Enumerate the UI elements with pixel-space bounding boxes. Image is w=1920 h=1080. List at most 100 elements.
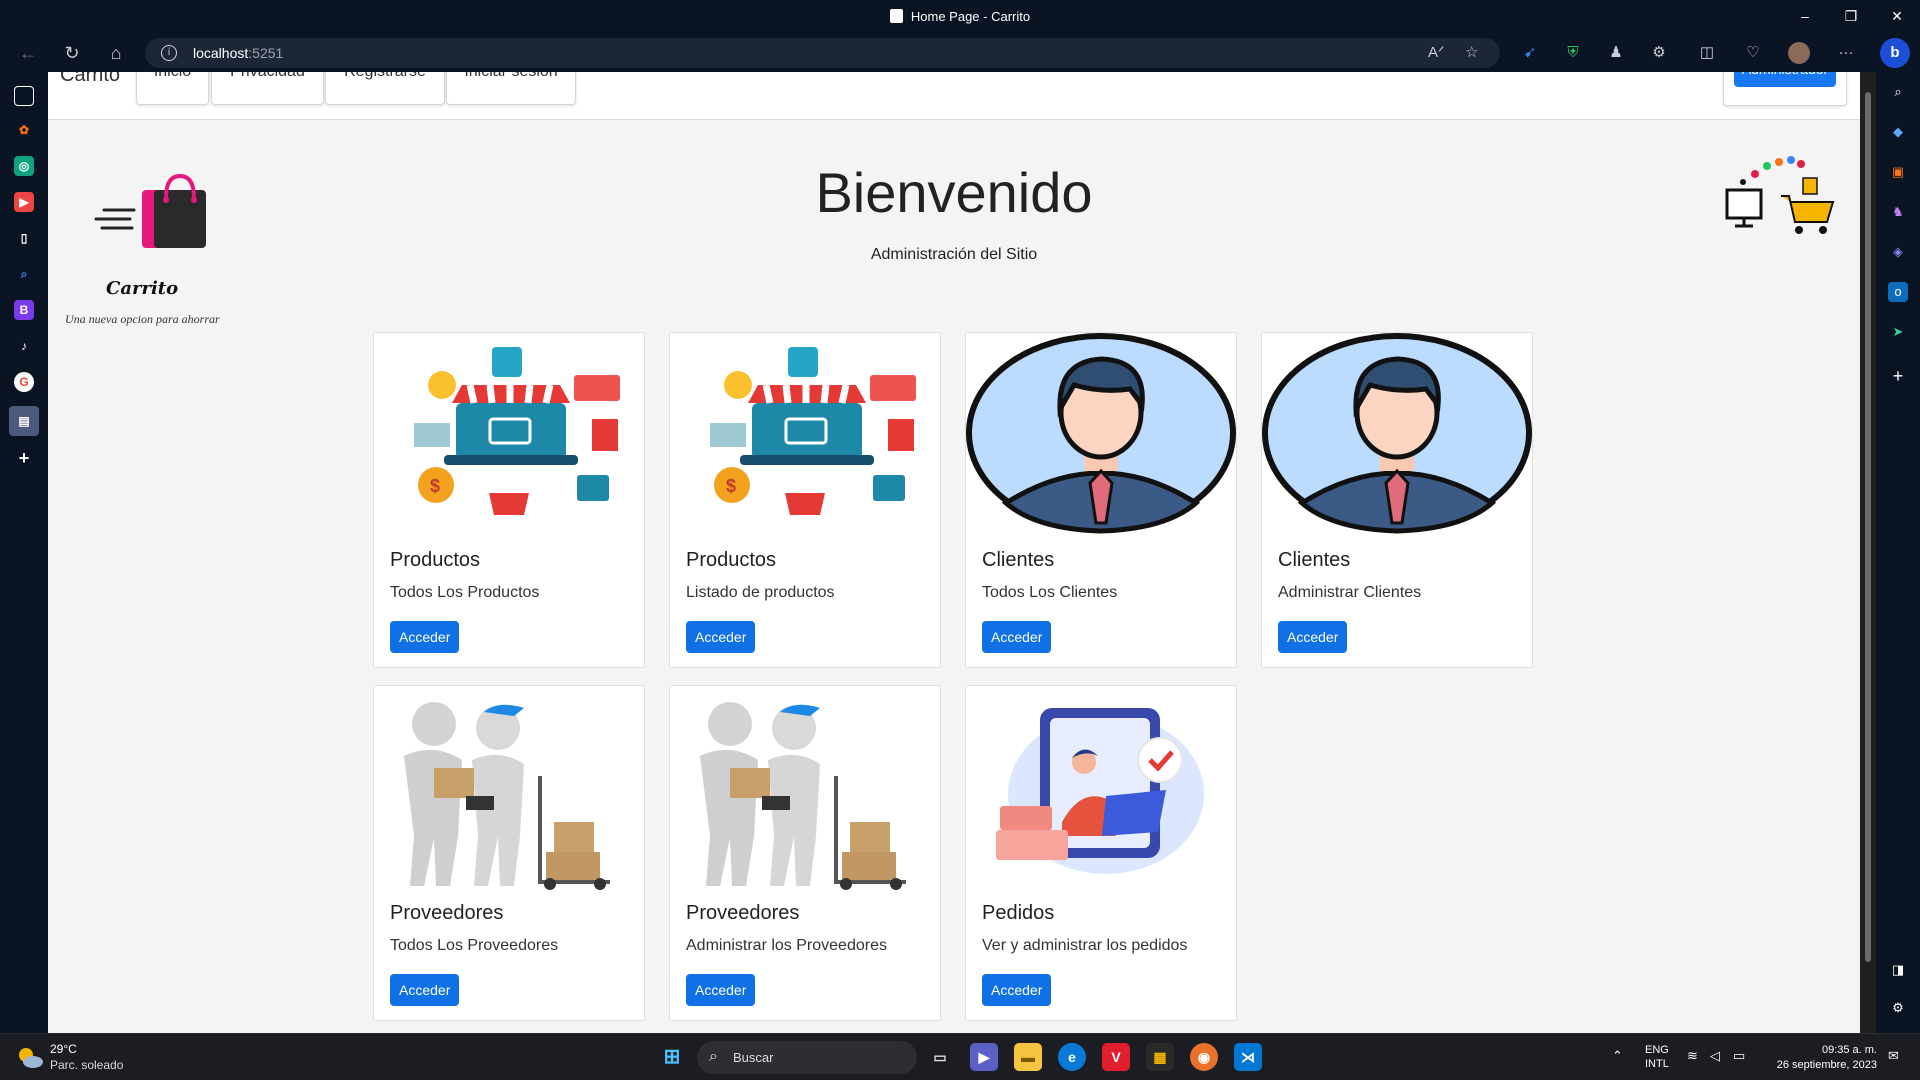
task-view-icon[interactable]: ▭ bbox=[926, 1043, 954, 1071]
weather-temperature[interactable]: 29°C bbox=[50, 1042, 77, 1056]
nav-inicio[interactable]: Inicio bbox=[136, 72, 209, 105]
search-tab-icon[interactable]: ⌕ bbox=[14, 264, 34, 284]
keyboard-layout: INTL bbox=[1645, 1058, 1669, 1070]
minimize-button[interactable]: – bbox=[1782, 0, 1828, 34]
sidebar-hide-icon[interactable]: ◨ bbox=[1888, 960, 1908, 980]
card-clientes-1: Clientes Todos Los Clientes Acceder bbox=[965, 332, 1237, 668]
admin-button[interactable]: Administrador bbox=[1734, 72, 1836, 87]
taskbar-search[interactable]: ⌕ Buscar bbox=[697, 1041, 917, 1074]
card-title: Proveedores bbox=[390, 902, 504, 924]
more-menu-icon[interactable]: ··· bbox=[1835, 42, 1857, 64]
extension-arrow-icon[interactable]: ➹ bbox=[1519, 42, 1541, 64]
site-brand[interactable]: Carrito bbox=[60, 72, 120, 87]
acceder-button[interactable]: Acceder bbox=[686, 974, 756, 1006]
battery-icon[interactable]: ▭ bbox=[1733, 1048, 1745, 1064]
home-icon[interactable]: ⌂ bbox=[100, 40, 132, 66]
volume-icon[interactable]: ◁ bbox=[1710, 1048, 1720, 1064]
site-info-icon[interactable]: i bbox=[161, 45, 177, 61]
search-icon: ⌕ bbox=[709, 1048, 718, 1065]
teams-icon[interactable]: ▶ bbox=[970, 1043, 998, 1071]
page-icon bbox=[889, 9, 903, 23]
vivaldi-icon[interactable]: V bbox=[1102, 1043, 1130, 1071]
sidebar-tag-icon[interactable]: ◆ bbox=[1888, 122, 1908, 142]
restore-button[interactable]: ❐ bbox=[1828, 0, 1874, 34]
page-scrollbar[interactable] bbox=[1860, 72, 1876, 1033]
profile-avatar[interactable] bbox=[1788, 42, 1810, 64]
split-screen-icon[interactable]: ◫ bbox=[1696, 42, 1718, 64]
wifi-icon[interactable]: ≋ bbox=[1687, 1048, 1698, 1064]
tab-favicon-2[interactable]: ◎ bbox=[14, 156, 34, 176]
store-icon[interactable]: ▦ bbox=[1146, 1043, 1174, 1071]
file-explorer-icon[interactable]: ▬ bbox=[1014, 1043, 1042, 1071]
weather-icon[interactable] bbox=[16, 1044, 44, 1072]
site-navbar: Carrito Inicio Privacidad Registrarse In… bbox=[48, 72, 1860, 120]
acceder-button[interactable]: Acceder bbox=[982, 974, 1052, 1006]
nav-registrarse[interactable]: Registrarse bbox=[325, 72, 445, 105]
sidebar-outlook-icon[interactable]: o bbox=[1888, 282, 1908, 302]
tray-chevron-icon[interactable]: ⌃ bbox=[1612, 1048, 1623, 1064]
card-text: Todos Los Productos bbox=[390, 584, 540, 601]
windows-start-icon[interactable]: ⊞ bbox=[658, 1043, 686, 1071]
acceder-button[interactable]: Acceder bbox=[1278, 621, 1348, 653]
back-icon[interactable]: ← bbox=[12, 40, 44, 66]
language-indicator[interactable]: ENG INTL bbox=[1645, 1043, 1669, 1071]
logo-wordmark: Carrito bbox=[106, 278, 179, 299]
edge-icon[interactable]: e bbox=[1058, 1043, 1086, 1071]
taskbar-clock[interactable]: 09:35 a. m. 26 septiembre, 2023 bbox=[1765, 1043, 1877, 1073]
document-tab-icon[interactable]: ▯ bbox=[14, 228, 34, 248]
vscode-icon[interactable]: ⋊ bbox=[1234, 1043, 1262, 1071]
sidebar-games-icon[interactable]: ♞ bbox=[1888, 202, 1908, 222]
extensions-puzzle-icon[interactable]: ⚙ bbox=[1648, 42, 1670, 64]
refresh-icon[interactable]: ↻ bbox=[56, 40, 88, 66]
svg-text:$: $ bbox=[430, 476, 440, 496]
card-title: Productos bbox=[390, 549, 481, 571]
google-tab-icon[interactable]: G bbox=[14, 372, 34, 392]
new-tab-icon[interactable]: + bbox=[14, 448, 34, 468]
shield-extension-icon[interactable]: ⛨ bbox=[1562, 42, 1584, 64]
orders-illustration bbox=[996, 708, 1204, 874]
sidebar-settings-icon[interactable]: ⚙ bbox=[1888, 998, 1908, 1018]
page-subtitle: Administración del Sitio bbox=[870, 246, 1038, 263]
sidebar-send-icon[interactable]: ➤ bbox=[1888, 322, 1908, 342]
firefox-icon[interactable]: ◉ bbox=[1190, 1043, 1218, 1071]
card-text: Administrar los Proveedores bbox=[686, 937, 887, 954]
address-bar[interactable]: i localhost:5251 Aᐟ ☆ bbox=[145, 38, 1500, 68]
bootstrap-tab-icon[interactable]: B bbox=[14, 300, 34, 320]
window-title: Home Page - Carrito bbox=[0, 9, 1920, 24]
card-title: Productos bbox=[686, 549, 777, 571]
card-text: Administrar Clientes bbox=[1278, 584, 1422, 601]
language-code: ENG bbox=[1645, 1044, 1669, 1056]
acceder-button[interactable]: Acceder bbox=[390, 621, 460, 653]
extension-icon[interactable]: ♟ bbox=[1605, 42, 1627, 64]
url-text[interactable]: localhost:5251 bbox=[193, 45, 283, 61]
acceder-button[interactable]: Acceder bbox=[686, 621, 756, 653]
acceder-button[interactable]: Acceder bbox=[390, 974, 460, 1006]
weather-description[interactable]: Parc. soleado bbox=[50, 1058, 123, 1072]
notification-icon[interactable]: ✉ bbox=[1888, 1048, 1899, 1064]
sidebar-toolbox-icon[interactable]: ▣ bbox=[1888, 162, 1908, 182]
card-title: Proveedores bbox=[686, 902, 800, 924]
shop-illustration: $ bbox=[414, 347, 620, 515]
nav-iniciar-sesion[interactable]: Iniciar sesion bbox=[446, 72, 576, 105]
card-proveedores-2: Proveedores Administrar los Proveedores … bbox=[669, 685, 941, 1021]
favorite-star-icon[interactable]: ☆ bbox=[1465, 43, 1478, 61]
acceder-button[interactable]: Acceder bbox=[982, 621, 1052, 653]
copilot-icon[interactable]: b bbox=[1880, 38, 1910, 68]
edge-sidebar: ⌕ ◆ ▣ ♞ ◈ o ➤ + ◨ ⚙ bbox=[1876, 72, 1920, 1033]
tab-actions-icon[interactable] bbox=[14, 86, 34, 106]
scrollbar-thumb[interactable] bbox=[1865, 92, 1871, 962]
active-tab-icon[interactable]: ▤ bbox=[9, 406, 39, 436]
tab-favicon-1[interactable]: ✿ bbox=[14, 120, 34, 140]
window-title-text: Home Page - Carrito bbox=[910, 9, 1031, 24]
nav-privacidad[interactable]: Privacidad bbox=[211, 72, 324, 105]
audio-tab-icon[interactable]: ♪ bbox=[14, 336, 34, 356]
youtube-tab-icon[interactable]: ▶ bbox=[14, 192, 34, 212]
svg-text:$: $ bbox=[726, 476, 736, 496]
delivery-figures bbox=[700, 702, 906, 890]
sidebar-copilot-icon[interactable]: ◈ bbox=[1888, 242, 1908, 262]
close-button[interactable]: ✕ bbox=[1874, 0, 1920, 34]
read-aloud-icon[interactable]: Aᐟ bbox=[1428, 43, 1444, 61]
sidebar-search-icon[interactable]: ⌕ bbox=[1888, 82, 1908, 102]
performance-heart-icon[interactable]: ♡ bbox=[1742, 42, 1764, 64]
sidebar-add-icon[interactable]: + bbox=[1888, 366, 1908, 386]
